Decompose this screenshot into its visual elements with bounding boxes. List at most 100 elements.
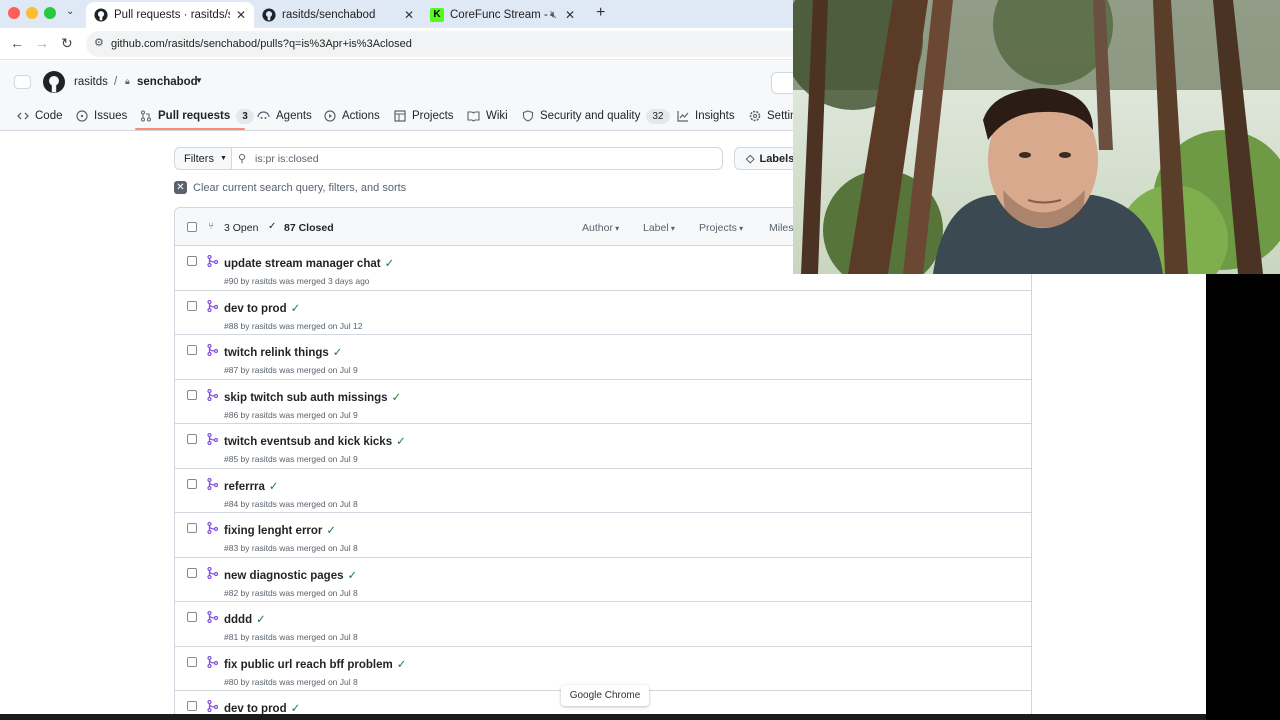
back-icon[interactable]: ←	[10, 35, 24, 51]
search-input[interactable]: ⚲ is:pr is:closed	[231, 147, 723, 170]
nav-actions[interactable]: Actions	[324, 101, 380, 131]
merged-pr-icon	[207, 700, 218, 712]
book-icon	[467, 111, 480, 122]
pull-requests-count: 3	[236, 108, 254, 124]
pr-title-link[interactable]: dev to prod ✓	[224, 701, 300, 714]
nav-projects[interactable]: Projects	[394, 101, 454, 131]
minimize-window-button[interactable]	[26, 7, 38, 19]
nav-insights[interactable]: Insights	[677, 101, 735, 131]
pr-row[interactable]: dddd ✓ #81 by rasitds was merged on Jul 8	[175, 602, 1031, 647]
tab-pull-requests[interactable]: Pull requests · rasitds/sencha ✕	[86, 2, 254, 28]
milestones-dropdown[interactable]: Miles	[769, 222, 794, 234]
pr-row[interactable]: dev to prod ✓ #88 by rasitds was merged on…	[175, 291, 1031, 335]
actions-icon	[324, 110, 336, 122]
pr-row[interactable]: skip twitch sub auth missings ✓ #86 by ras…	[175, 380, 1031, 424]
pr-checkbox[interactable]	[187, 478, 197, 489]
pull-request-icon	[141, 110, 151, 122]
repo-name-link[interactable]: senchabod	[137, 76, 198, 88]
pr-title-link[interactable]: fixing lenght error ✓	[224, 523, 336, 537]
tab-repo[interactable]: rasitds/senchabod ✕	[254, 2, 422, 28]
forward-icon[interactable]: →	[35, 35, 49, 51]
nav-wiki[interactable]: Wiki	[467, 101, 508, 131]
agents-icon	[257, 111, 270, 119]
pr-meta: #83 by rasitds was merged on Jul 8	[224, 543, 358, 553]
pr-meta: #90 by rasitds was merged 3 days ago	[224, 276, 370, 286]
gear-icon	[749, 110, 761, 122]
pr-checkbox[interactable]	[187, 256, 197, 266]
search-icon: ⚲	[238, 153, 247, 165]
pr-checkbox[interactable]	[187, 612, 197, 622]
graph-icon	[677, 111, 689, 122]
projects-dropdown[interactable]: Projects	[699, 222, 743, 234]
zoom-window-button[interactable]	[44, 7, 56, 19]
clear-filters-link[interactable]: ✕ Clear current search query, filters, an…	[174, 181, 406, 194]
pr-checkbox[interactable]	[187, 389, 197, 400]
github-favicon-icon	[262, 8, 276, 22]
merged-pr-icon	[207, 477, 218, 490]
pr-title-link[interactable]: skip twitch sub auth missings ✓	[224, 390, 401, 404]
check-icon: ✓	[396, 658, 407, 671]
pr-checkbox[interactable]	[187, 345, 197, 355]
close-tab-icon[interactable]: ✕	[404, 8, 414, 22]
author-dropdown[interactable]: Author	[582, 222, 619, 234]
merged-pr-icon	[207, 611, 218, 623]
label-dropdown[interactable]: Label	[643, 222, 675, 234]
pr-title-link[interactable]: referrra ✓	[224, 479, 279, 493]
close-window-button[interactable]	[8, 7, 20, 19]
merged-pr-icon	[207, 433, 218, 445]
github-logo-icon[interactable]	[43, 71, 65, 93]
repo-owner-link[interactable]: rasitds	[74, 76, 108, 88]
pr-title-link[interactable]: dev to prod ✓	[224, 301, 300, 315]
pr-title-link[interactable]: twitch relink things ✓	[224, 345, 342, 359]
lock-icon: 🔒︎	[125, 76, 130, 86]
pr-row[interactable]: twitch eventsub and kick kicks ✓ #85 by ra…	[175, 424, 1031, 469]
pr-checkbox[interactable]	[187, 701, 197, 711]
pr-title-link[interactable]: dddd ✓	[224, 612, 266, 626]
nav-pull-requests[interactable]: Pull requests 3	[140, 101, 254, 131]
closed-filter-link[interactable]: 87 Closed	[284, 222, 334, 234]
repo-dropdown-icon[interactable]: ▼	[195, 76, 203, 85]
nav-code[interactable]: Code	[17, 101, 63, 131]
reload-icon[interactable]: ↻	[61, 35, 73, 52]
pr-checkbox[interactable]	[187, 434, 197, 444]
window-bottom-edge	[0, 714, 1206, 720]
pr-row[interactable]: fixing lenght error ✓ #83 by rasitds was m…	[175, 513, 1031, 558]
close-tab-icon[interactable]: ✕	[565, 8, 575, 22]
open-filter-link[interactable]: 3 Open	[224, 222, 258, 234]
tab-search-icon[interactable]: ⌄	[66, 6, 74, 17]
nav-settings[interactable]: Settin	[749, 101, 796, 131]
select-all-checkbox[interactable]	[187, 222, 197, 232]
site-settings-icon[interactable]: ⚙	[94, 36, 104, 49]
hamburger-menu-icon[interactable]	[14, 75, 31, 89]
pr-checkbox[interactable]	[187, 567, 197, 578]
pr-meta: #87 by rasitds was merged on Jul 9	[224, 365, 358, 375]
pr-title-link[interactable]: update stream manager chat ✓	[224, 256, 394, 270]
mute-tab-icon[interactable]: 🔇︎	[550, 9, 557, 22]
nav-issues[interactable]: Issues	[76, 101, 127, 131]
pr-meta: #88 by rasitds was merged on Jul 12	[224, 320, 363, 331]
tag-icon: ◇	[746, 153, 755, 165]
pr-row[interactable]: referrra ✓ #84 by rasitds was merged on Ju…	[175, 469, 1031, 513]
filters-button[interactable]: Filters ▼	[174, 147, 232, 170]
pr-checkbox[interactable]	[187, 523, 197, 533]
nav-agents[interactable]: Agents	[257, 101, 312, 131]
nav-security[interactable]: Security and quality 32	[522, 101, 670, 131]
tab-corefunc-stream[interactable]: K CoreFunc Stream - Watch 🔇︎ ✕	[422, 2, 590, 28]
pr-title-link[interactable]: twitch eventsub and kick kicks ✓	[224, 434, 406, 448]
check-icon: ✓	[396, 436, 406, 448]
close-tab-icon[interactable]: ✕	[236, 8, 246, 22]
pr-title-link[interactable]: fix public url reach bff problem ✓	[224, 657, 406, 671]
chevron-down-icon: ▼	[219, 155, 227, 162]
pr-row[interactable]: twitch relink things ✓ #87 by rasitds was …	[175, 335, 1031, 380]
pr-checkbox[interactable]	[187, 656, 197, 667]
new-tab-button[interactable]: +	[596, 4, 605, 22]
check-icon: ✓	[256, 614, 266, 626]
code-icon	[17, 112, 29, 120]
pr-title-link[interactable]: new diagnostic pages ✓	[224, 568, 357, 582]
merged-pr-icon	[207, 566, 218, 579]
check-icon: ✓	[384, 258, 395, 270]
check-icon: ✓	[326, 525, 337, 537]
pr-checkbox[interactable]	[187, 300, 197, 311]
pr-row[interactable]: new diagnostic pages ✓ #82 by rasitds was …	[175, 558, 1031, 602]
kick-favicon-icon: K	[430, 8, 444, 22]
